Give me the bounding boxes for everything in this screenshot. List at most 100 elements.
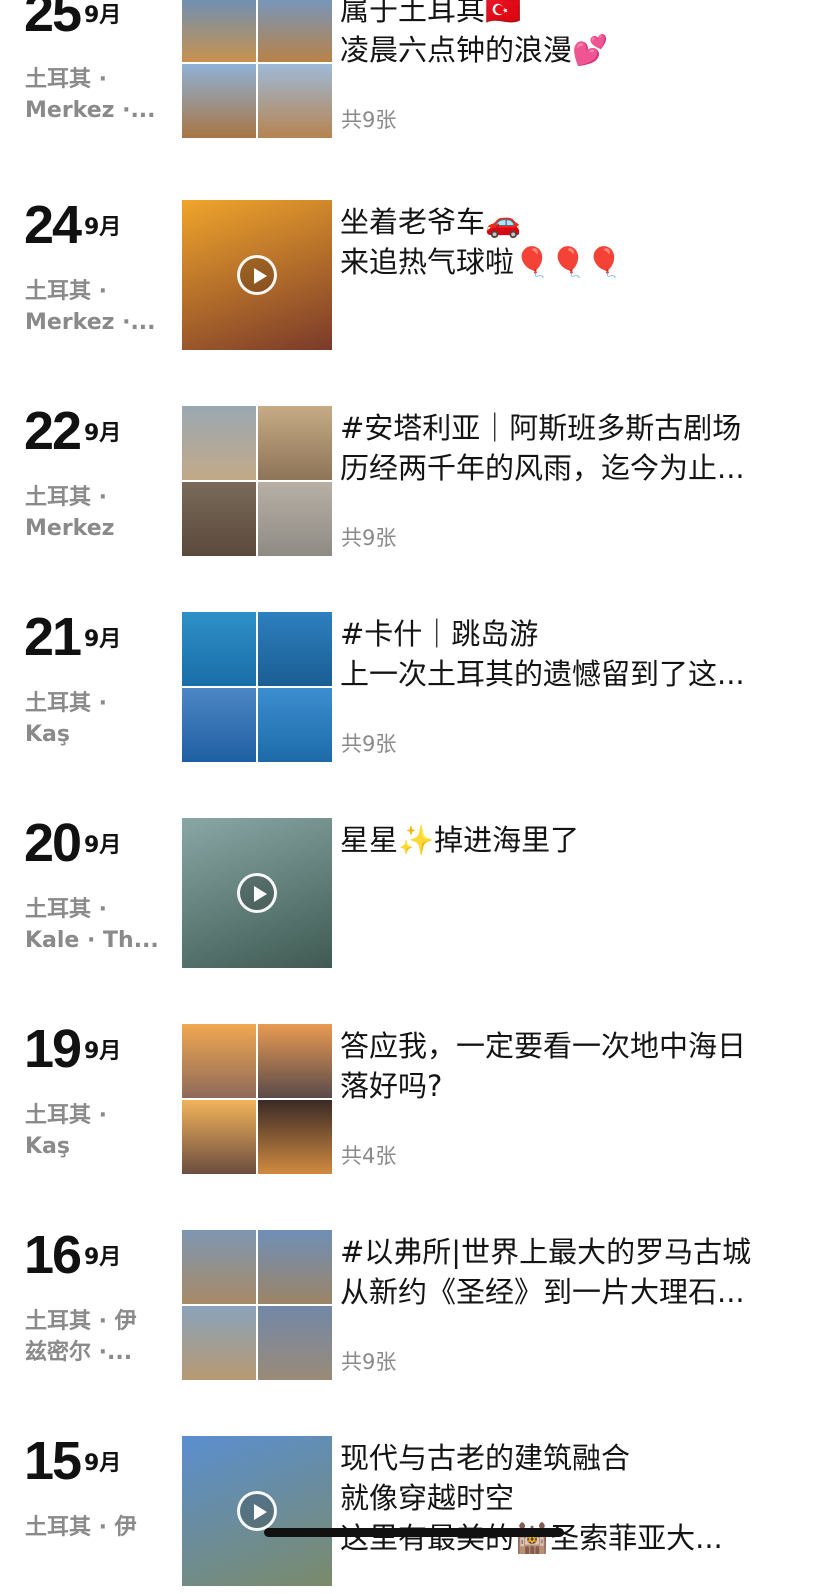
video-thumbnail[interactable] [182,1436,332,1586]
post-text-line: 就像穿越时空 [340,1481,515,1515]
photo-thumbnail[interactable] [258,406,332,480]
date-month: 9月 [84,1039,122,1064]
location-label: 土耳其 · Kale · Th... [25,894,165,956]
post-text-line: #以弗所|世界上最大的罗马古城 [340,1235,752,1269]
location-line: 土耳其 · [25,691,108,716]
date-month: 9月 [84,3,122,28]
date-day: 16 [24,1225,82,1285]
location-label: 土耳其 · 伊 [25,1512,165,1543]
photo-thumbnail[interactable] [182,64,256,138]
photo-thumbnail[interactable] [182,482,256,556]
post-text[interactable]: 属于土耳其🇹🇷 凌晨六点钟的浪漫💕 [340,0,800,70]
location-line: Kaş [25,1134,70,1159]
location-label: 土耳其 · Merkez [25,482,165,544]
play-icon[interactable] [237,873,277,913]
play-icon[interactable] [237,1491,277,1531]
photo-count: 共4张 [341,1144,397,1168]
timeline-entry: 25 9月 土耳其 · Merkez ·... 属于土耳其🇹🇷 凌晨六点钟的浪漫💕 共9张 [0,0,828,146]
post-text[interactable]: #以弗所|世界上最大的罗马古城 从新约《圣经》到一片大理石... [340,1232,800,1312]
post-text[interactable]: 答应我，一定要看一次地中海日 落好吗? [340,1026,800,1106]
timeline-entry: 24 9月土耳其 · Merkez ·... 坐着老爷车🚗 来追热气球啦🎈🎈🎈 [0,198,828,358]
photo-thumbnail[interactable] [258,688,332,762]
date-day: 24 [24,195,82,255]
location-label: 土耳其 · Kaş [25,688,165,750]
location-line: 土耳其 · 伊 [25,1309,137,1334]
photo-grid[interactable] [182,1024,332,1174]
date-month: 9月 [84,1245,122,1270]
photo-thumbnail[interactable] [258,1230,332,1304]
date-month: 9月 [84,833,122,858]
post-text-line: 来追热气球啦🎈🎈🎈 [340,245,623,279]
photo-count: 共9张 [341,526,397,550]
timeline-entry: 15 9月土耳其 · 伊 现代与古老的建筑融合 就像穿越时空这里有最美的🕍圣索菲亚大.… [0,1434,828,1594]
location-line: 土耳其 · [25,897,108,922]
post-text-line: 从新约《圣经》到一片大理石... [340,1275,745,1309]
post-text-line: 凌晨六点钟的浪漫💕 [340,33,609,67]
photo-thumbnail[interactable] [258,1024,332,1098]
post-text[interactable]: #安塔利亚｜阿斯班多斯古剧场 历经两千年的风雨，迄今为止... [340,408,800,488]
photo-thumbnail[interactable] [182,1024,256,1098]
location-line: Merkez ·... [25,98,156,123]
moments-timeline: 25 9月 土耳其 · Merkez ·... 属于土耳其🇹🇷 凌晨六点钟的浪漫💕 共9张 2… [0,0,828,1586]
location-line: 兹密尔 ·... [25,1340,133,1365]
timeline-entry: 19 9月土耳其 · Kaş 答应我，一定要看一次地中海日 落好吗? 共4张 [0,1022,828,1182]
location-line: Merkez [25,516,115,541]
location-line: 土耳其 · [25,279,108,304]
photo-thumbnail[interactable] [258,0,332,62]
post-text[interactable]: 坐着老爷车🚗 来追热气球啦🎈🎈🎈 [340,202,800,282]
date-day: 20 [24,813,82,873]
date-day: 19 [24,1019,82,1079]
photo-thumbnail[interactable] [258,64,332,138]
post-text-line: 上一次土耳其的遗憾留到了这... [340,657,745,691]
photo-grid[interactable] [182,406,332,556]
location-label: 土耳其 · Merkez ·... [25,276,165,338]
post-text-line: 星星✨掉进海里了 [340,823,580,857]
date-day: 22 [24,401,82,461]
date-day: 15 [24,1431,82,1491]
location-label: 土耳其 · Merkez ·... [25,64,165,126]
location-line: 土耳其 · [25,1103,108,1128]
video-thumbnail[interactable] [182,818,332,968]
timeline-entry: 16 9月土耳其 · 伊兹密尔 ·... #以弗所|世界上最大的罗马古城 从新约《圣经… [0,1228,828,1388]
date-month: 9月 [84,1451,122,1476]
photo-thumbnail[interactable] [182,612,256,686]
location-line: Merkez ·... [25,310,156,335]
location-line: 土耳其 · 伊 [25,1515,137,1540]
photo-thumbnail[interactable] [182,688,256,762]
post-text-line: 历经两千年的风雨，迄今为止... [340,451,745,485]
post-text-line: #卡什｜跳岛游 [340,617,539,651]
photo-thumbnail[interactable] [258,1100,332,1174]
photo-thumbnail[interactable] [182,1230,256,1304]
post-text-line: 现代与古老的建筑融合 [340,1441,631,1475]
post-text[interactable]: #卡什｜跳岛游上一次土耳其的遗憾留到了这... [340,614,800,694]
photo-count: 共9张 [341,1350,397,1374]
post-text[interactable]: 星星✨掉进海里了 [340,820,800,860]
video-thumbnail[interactable] [182,200,332,350]
photo-count: 共9张 [341,732,397,756]
photo-grid[interactable] [182,1230,332,1380]
timeline-entry: 20 9月土耳其 · Kale · Th... 星星✨掉进海里了 [0,816,828,976]
post-text[interactable]: 现代与古老的建筑融合 就像穿越时空这里有最美的🕍圣索菲亚大... [340,1438,800,1558]
date-day: 25 [24,0,82,43]
photo-thumbnail[interactable] [258,612,332,686]
post-text-line: 落好吗? [340,1069,443,1103]
photo-thumbnail[interactable] [258,1306,332,1380]
photo-grid[interactable] [182,612,332,762]
post-text-line: 坐着老爷车🚗 [340,205,522,239]
date-month: 9月 [84,215,122,240]
date-day: 21 [24,607,82,667]
photo-thumbnail[interactable] [182,1100,256,1174]
post-text-line: 这里有最美的🕍圣索菲亚大... [340,1521,723,1555]
location-label: 土耳其 · 伊兹密尔 ·... [25,1306,165,1368]
photo-thumbnail[interactable] [258,482,332,556]
post-text-line: 属于土耳其🇹🇷 [340,0,522,27]
photo-thumbnail[interactable] [182,406,256,480]
photo-thumbnail[interactable] [182,1306,256,1380]
photo-thumbnail[interactable] [182,0,256,62]
post-text-line: #安塔利亚｜阿斯班多斯古剧场 [340,411,742,445]
location-line: 土耳其 · [25,67,108,92]
play-icon[interactable] [237,255,277,295]
photo-grid[interactable] [182,0,332,138]
location-label: 土耳其 · Kaş [25,1100,165,1162]
location-line: Kaş [25,722,70,747]
